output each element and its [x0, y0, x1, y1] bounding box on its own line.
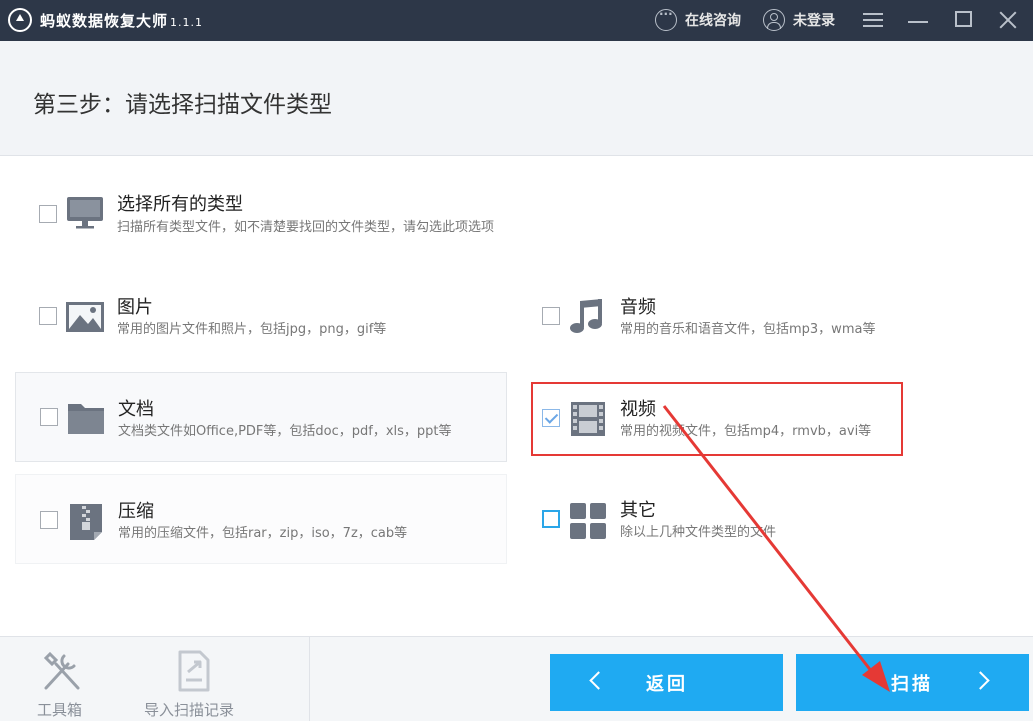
- music-note-icon: [570, 299, 602, 333]
- scan-button[interactable]: 扫描: [796, 654, 1029, 711]
- login-button[interactable]: 未登录: [763, 8, 835, 32]
- toolbox-button[interactable]: [33, 648, 93, 698]
- chevron-right-icon: [971, 671, 990, 690]
- video-checkbox[interactable]: [542, 409, 560, 427]
- audio-title: 音频: [620, 297, 656, 318]
- archive-checkbox[interactable]: [40, 511, 58, 529]
- online-consult-button[interactable]: 在线咨询: [655, 7, 741, 32]
- zip-file-icon: [70, 504, 102, 540]
- title-bar: 蚂蚁数据恢复大师1.1.1 在线咨询 未登录: [0, 0, 1033, 41]
- step-title: 第三步：请选择扫描文件类型: [33, 92, 332, 118]
- other-desc: 除以上几种文件类型的文件: [620, 525, 777, 540]
- image-desc: 常用的图片文件和照片，包括jpg，png，gif等: [117, 322, 387, 337]
- minimize-button[interactable]: [903, 6, 933, 34]
- menu-icon: [863, 13, 883, 15]
- bottom-divider: [309, 636, 310, 721]
- close-button[interactable]: [993, 6, 1023, 34]
- other-checkbox[interactable]: [542, 510, 560, 528]
- step-header: 第三步：请选择扫描文件类型: [0, 41, 1033, 156]
- wrench-screwdriver-icon: [43, 651, 80, 690]
- option-video[interactable]: 视频 常用的视频文件，包括mp4，rmvb，avi等: [518, 372, 1008, 462]
- option-other[interactable]: 其它 除以上几种文件类型的文件: [518, 474, 1008, 564]
- film-strip-icon: [571, 402, 605, 436]
- app-logo-icon: [8, 8, 32, 32]
- maximize-button[interactable]: [948, 6, 978, 34]
- archive-desc: 常用的压缩文件，包括rar，zip，iso，7z，cab等: [118, 526, 408, 541]
- grid-icon: [570, 503, 606, 539]
- video-desc: 常用的视频文件，包括mp4，rmvb，avi等: [620, 424, 872, 439]
- app-version: 1.1.1: [170, 16, 204, 29]
- back-button[interactable]: 返回: [550, 654, 783, 711]
- all-types-checkbox[interactable]: [39, 205, 57, 223]
- app-title: 蚂蚁数据恢复大师 1.1.1: [40, 10, 203, 31]
- user-icon: [763, 9, 785, 31]
- import-scan-button[interactable]: [165, 648, 225, 698]
- login-status-label: 未登录: [793, 13, 835, 29]
- online-consult-label: 在线咨询: [685, 13, 741, 29]
- picture-icon: [66, 302, 104, 332]
- document-title: 文档: [118, 399, 154, 420]
- scan-button-label: 扫描: [891, 674, 933, 695]
- option-image[interactable]: 图片 常用的图片文件和照片，包括jpg，png，gif等: [15, 272, 505, 362]
- image-checkbox[interactable]: [39, 307, 57, 325]
- option-all-types[interactable]: 选择所有的类型 扫描所有类型文件，如不清楚要找回的文件类型，请勾选此项选项: [15, 170, 1025, 260]
- image-title: 图片: [117, 297, 153, 318]
- option-document[interactable]: 文档 文档类文件如Office,PDF等，包括doc，pdf，xls，ppt等: [15, 372, 507, 462]
- minimize-icon: [908, 21, 928, 23]
- document-desc: 文档类文件如Office,PDF等，包括doc，pdf，xls，ppt等: [118, 424, 452, 439]
- option-archive[interactable]: 压缩 常用的压缩文件，包括rar，zip，iso，7z，cab等: [15, 474, 507, 564]
- other-title: 其它: [620, 500, 656, 521]
- all-types-title: 选择所有的类型: [117, 194, 243, 215]
- all-types-desc: 扫描所有类型文件，如不清楚要找回的文件类型，请勾选此项选项: [117, 220, 495, 235]
- audio-checkbox[interactable]: [542, 307, 560, 325]
- archive-title: 压缩: [118, 501, 154, 522]
- import-record-icon: [178, 650, 210, 692]
- toolbox-label: 工具箱: [37, 701, 83, 719]
- chat-bubble-icon: [655, 7, 677, 31]
- back-button-label: 返回: [646, 674, 688, 695]
- folder-icon: [68, 404, 104, 434]
- app-name: 蚂蚁数据恢复大师: [40, 12, 169, 30]
- monitor-icon: [67, 197, 103, 229]
- import-scan-label: 导入扫描记录: [144, 701, 235, 719]
- audio-desc: 常用的音乐和语音文件，包括mp3，wma等: [620, 322, 876, 337]
- option-audio[interactable]: 音频 常用的音乐和语音文件，包括mp3，wma等: [518, 272, 1008, 362]
- document-checkbox[interactable]: [40, 408, 58, 426]
- menu-button[interactable]: [858, 6, 888, 34]
- video-title: 视频: [620, 399, 656, 420]
- maximize-icon: [955, 11, 972, 27]
- chevron-left-icon: [589, 671, 608, 690]
